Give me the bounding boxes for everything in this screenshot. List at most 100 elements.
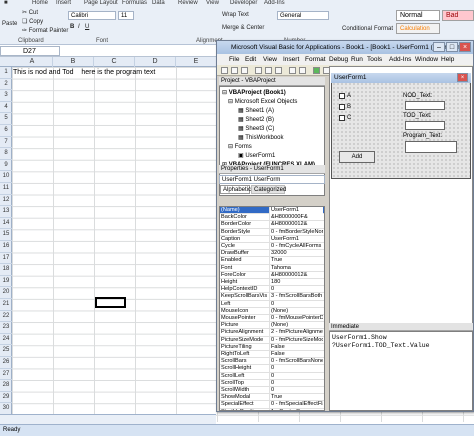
bold-button[interactable]: B	[70, 23, 74, 31]
tab-add-ins[interactable]: Add-Ins	[264, 0, 285, 6]
property-value[interactable]: 2 - fmPictureAlignmentCenter	[269, 329, 323, 337]
row-header[interactable]: 22	[0, 311, 12, 323]
property-row[interactable]: Height 180	[220, 279, 324, 287]
row-header[interactable]: 26	[0, 357, 12, 369]
minimize-button[interactable]: –	[433, 42, 445, 52]
property-value[interactable]: &H80000012&	[269, 221, 323, 229]
menu-window[interactable]: Window	[415, 54, 438, 65]
userform-designer[interactable]	[331, 73, 471, 179]
property-value[interactable]: 32000	[269, 250, 323, 258]
property-row[interactable]: Enabled True	[220, 257, 324, 265]
property-row[interactable]: RightToLeft False	[220, 351, 324, 359]
checkbox-c[interactable]	[339, 115, 345, 121]
menu-edit[interactable]: Edit	[245, 54, 256, 65]
property-value[interactable]: UserForm1	[269, 207, 323, 214]
row-header[interactable]: 3	[0, 90, 12, 102]
save-icon[interactable]	[241, 67, 248, 74]
row-header[interactable]: 16	[0, 241, 12, 253]
italic-button[interactable]: I	[78, 23, 80, 31]
row-header[interactable]: 17	[0, 253, 12, 265]
tab-view[interactable]: View	[206, 0, 219, 6]
menu-debug[interactable]: Debug	[329, 54, 348, 65]
property-row[interactable]: ScrollWidth 0	[220, 387, 324, 395]
row-header[interactable]: 6	[0, 125, 12, 137]
row-header[interactable]: 2	[0, 79, 12, 91]
properties-object-select[interactable]: UserForm1 UserForm	[219, 175, 325, 184]
row-header[interactable]: 27	[0, 369, 12, 381]
property-row[interactable]: (Name) UserForm1	[220, 207, 324, 215]
property-value[interactable]: 0	[269, 300, 323, 308]
run-icon[interactable]	[313, 67, 320, 74]
property-row[interactable]: Cycle 0 - fmCycleAllForms	[220, 243, 324, 251]
property-row[interactable]: BorderColor &H80000012&	[220, 221, 324, 229]
column-header-e[interactable]: E	[176, 57, 217, 67]
property-value[interactable]: False	[269, 351, 323, 358]
property-value[interactable]: 0 - fmPictureSizeModeClip	[269, 336, 323, 344]
row-header[interactable]: 21	[0, 299, 12, 311]
property-row[interactable]: PictureTiling False	[220, 343, 324, 351]
property-row[interactable]: ScrollTop 0	[220, 379, 324, 387]
tab-file[interactable]: ■	[4, 0, 8, 6]
property-value[interactable]: 0 - fmSpecialEffectFlat	[269, 401, 323, 409]
tree-item-vbaproject-book1[interactable]: ⊟ VBAProject (Book1)	[222, 90, 286, 97]
selected-cell[interactable]	[95, 297, 126, 308]
row-header[interactable]: 18	[0, 264, 12, 276]
menu-run[interactable]: Run	[351, 54, 363, 65]
tree-item-sheet1[interactable]: ▦ Sheet1 (A)	[238, 108, 274, 115]
tab-data[interactable]: Data	[152, 0, 165, 6]
column-header-a[interactable]: A	[12, 57, 53, 67]
property-value[interactable]: 0 - fmBorderStyleNone	[269, 228, 323, 236]
row-header[interactable]: 8	[0, 148, 12, 160]
program-text-input[interactable]	[405, 141, 457, 153]
tod-text-input[interactable]	[405, 121, 445, 130]
property-row[interactable]: PictureAlignment 2 - fmPictureAlignmentCe…	[220, 329, 324, 337]
tab-categorized[interactable]: Categorized	[251, 185, 286, 194]
tree-item-excel-objects[interactable]: ⊟ Microsoft Excel Objects	[228, 99, 297, 106]
row-header[interactable]: 24	[0, 334, 12, 346]
property-value[interactable]: 0	[269, 286, 323, 294]
row-header[interactable]: 25	[0, 345, 12, 357]
property-value[interactable]: 0	[269, 365, 323, 373]
property-row[interactable]: ForeColor &H80000012&	[220, 271, 324, 279]
property-value[interactable]: Tahoma	[269, 264, 323, 272]
property-row[interactable]: MousePointer 0 - fmMousePointerDefault	[220, 315, 324, 323]
redo-icon[interactable]	[299, 67, 306, 74]
row-header[interactable]: 13	[0, 206, 12, 218]
property-row[interactable]: BackColor &H8000000F&	[220, 214, 324, 222]
row-header[interactable]: 20	[0, 287, 12, 299]
property-row[interactable]: KeepScrollBarsVisible3 - fmScrollBarsBot…	[220, 293, 324, 301]
tree-item-sheet3[interactable]: ▦ Sheet3 (C)	[238, 126, 274, 133]
tree-item-thisworkbook[interactable]: ▦ ThisWorkbook	[238, 135, 283, 142]
property-value[interactable]: UserForm1	[269, 235, 323, 243]
row-header[interactable]: 9	[0, 160, 12, 172]
property-value[interactable]: (None)	[269, 322, 323, 330]
close-button[interactable]: ×	[459, 42, 471, 52]
tree-item-sheet2[interactable]: ▦ Sheet2 (B)	[238, 117, 274, 124]
menu-view[interactable]: View	[263, 54, 277, 65]
menu-file[interactable]: File	[229, 54, 239, 65]
property-value[interactable]: True	[269, 257, 323, 265]
paste-button[interactable]: Paste	[2, 20, 17, 28]
copy-button[interactable]: ❏ Copy	[22, 18, 43, 26]
property-value[interactable]: &H8000000F&	[269, 214, 323, 222]
menu-tools[interactable]: Tools	[367, 54, 382, 65]
property-value[interactable]: 0	[269, 379, 323, 387]
row-header[interactable]: 11	[0, 183, 12, 195]
property-value[interactable]: 0	[269, 387, 323, 394]
row-header[interactable]: 23	[0, 322, 12, 334]
property-value[interactable]: 0 - fmScrollBarsNone	[269, 358, 323, 366]
property-row[interactable]: ShowModal True	[220, 394, 324, 402]
property-value[interactable]: True	[269, 394, 323, 402]
row-header[interactable]: 12	[0, 195, 12, 207]
style-bad[interactable]: Bad	[442, 10, 474, 21]
row-header[interactable]: 29	[0, 392, 12, 404]
property-row[interactable]: Picture (None)	[220, 322, 324, 330]
property-row[interactable]: StartUpPosition1 - CenterOwner	[220, 408, 324, 410]
insert-module-icon[interactable]	[231, 67, 238, 74]
column-header-d[interactable]: D	[135, 57, 176, 67]
property-row[interactable]: PictureSizeMode 0 - fmPictureSizeModeClip	[220, 336, 324, 344]
number-format-select[interactable]: General	[277, 11, 329, 20]
property-row[interactable]: BorderStyle 0 - fmBorderStyleNone	[220, 228, 324, 236]
tab-insert[interactable]: Insert	[56, 0, 71, 6]
property-value[interactable]: False	[269, 343, 323, 351]
